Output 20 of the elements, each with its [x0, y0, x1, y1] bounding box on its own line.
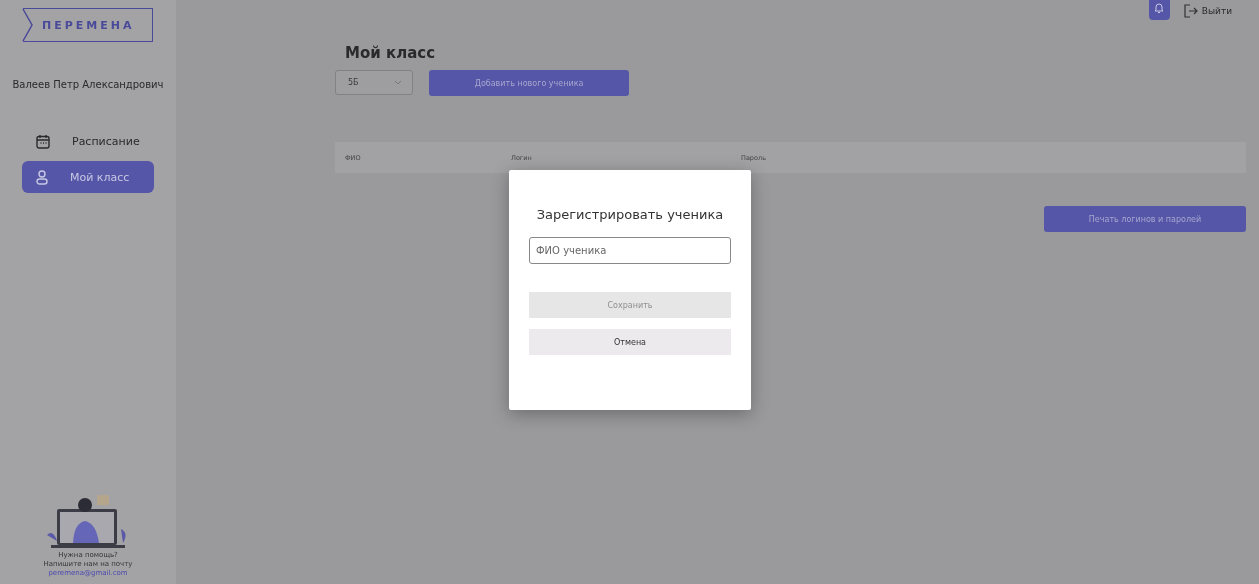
sidebar-item[interactable]: Мой класс — [22, 161, 154, 193]
logo[interactable]: ПЕРЕМЕНА — [23, 8, 153, 42]
sidebar-item[interactable]: Расписание — [22, 125, 154, 157]
page-title: Мой класс — [345, 44, 437, 62]
logo-text: ПЕРЕМЕНА — [42, 18, 135, 32]
notifications-button[interactable] — [1148, 0, 1170, 20]
dialog-button[interactable]: Отмена — [529, 329, 731, 355]
class-select[interactable]: 5Б — [335, 70, 413, 95]
bell-icon — [1154, 2, 1165, 14]
student-name-field[interactable]: ФИО ученика — [529, 237, 731, 264]
calendar-icon — [36, 133, 50, 149]
print-logins-button[interactable]: Печать логинов и паролей — [1044, 206, 1246, 232]
logout-button[interactable]: Выйти — [1183, 0, 1232, 22]
chevron-down-icon — [394, 80, 402, 85]
user-icon — [36, 169, 48, 185]
add-student-button[interactable]: Добавить нового ученика — [429, 70, 629, 96]
flag-notch-icon — [22, 8, 34, 42]
user-name: Валеев Петр Александрович — [12, 79, 164, 90]
dialog-title: Зарегистрировать ученика — [536, 207, 724, 222]
logout-icon — [1183, 4, 1198, 18]
